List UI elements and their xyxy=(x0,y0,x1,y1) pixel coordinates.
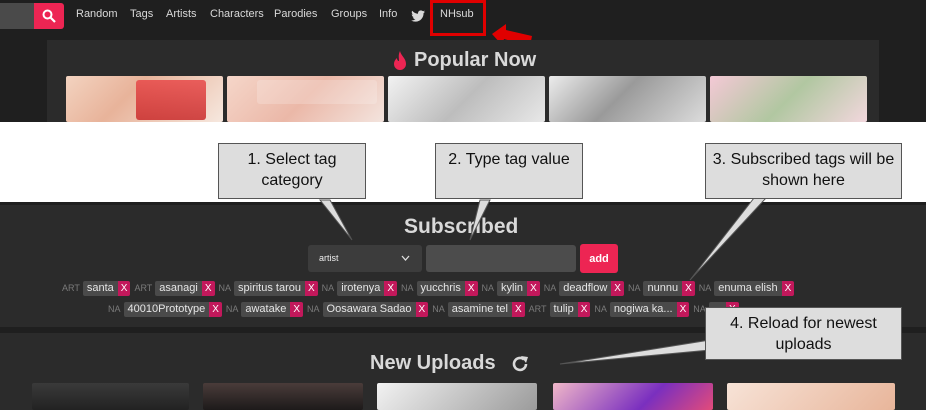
callout-pointer xyxy=(689,197,768,281)
callout-type-value: 2. Type tag value xyxy=(435,143,583,199)
callout-subscribed-tags: 3. Subscribed tags will be shown here xyxy=(705,143,902,199)
callout-pointer xyxy=(559,339,711,365)
callout-pointer xyxy=(469,199,491,241)
callout-pointer xyxy=(318,199,353,241)
callout-select-category: 1. Select tag category xyxy=(218,143,366,199)
callout-reload: 4. Reload for newest uploads xyxy=(705,307,902,360)
